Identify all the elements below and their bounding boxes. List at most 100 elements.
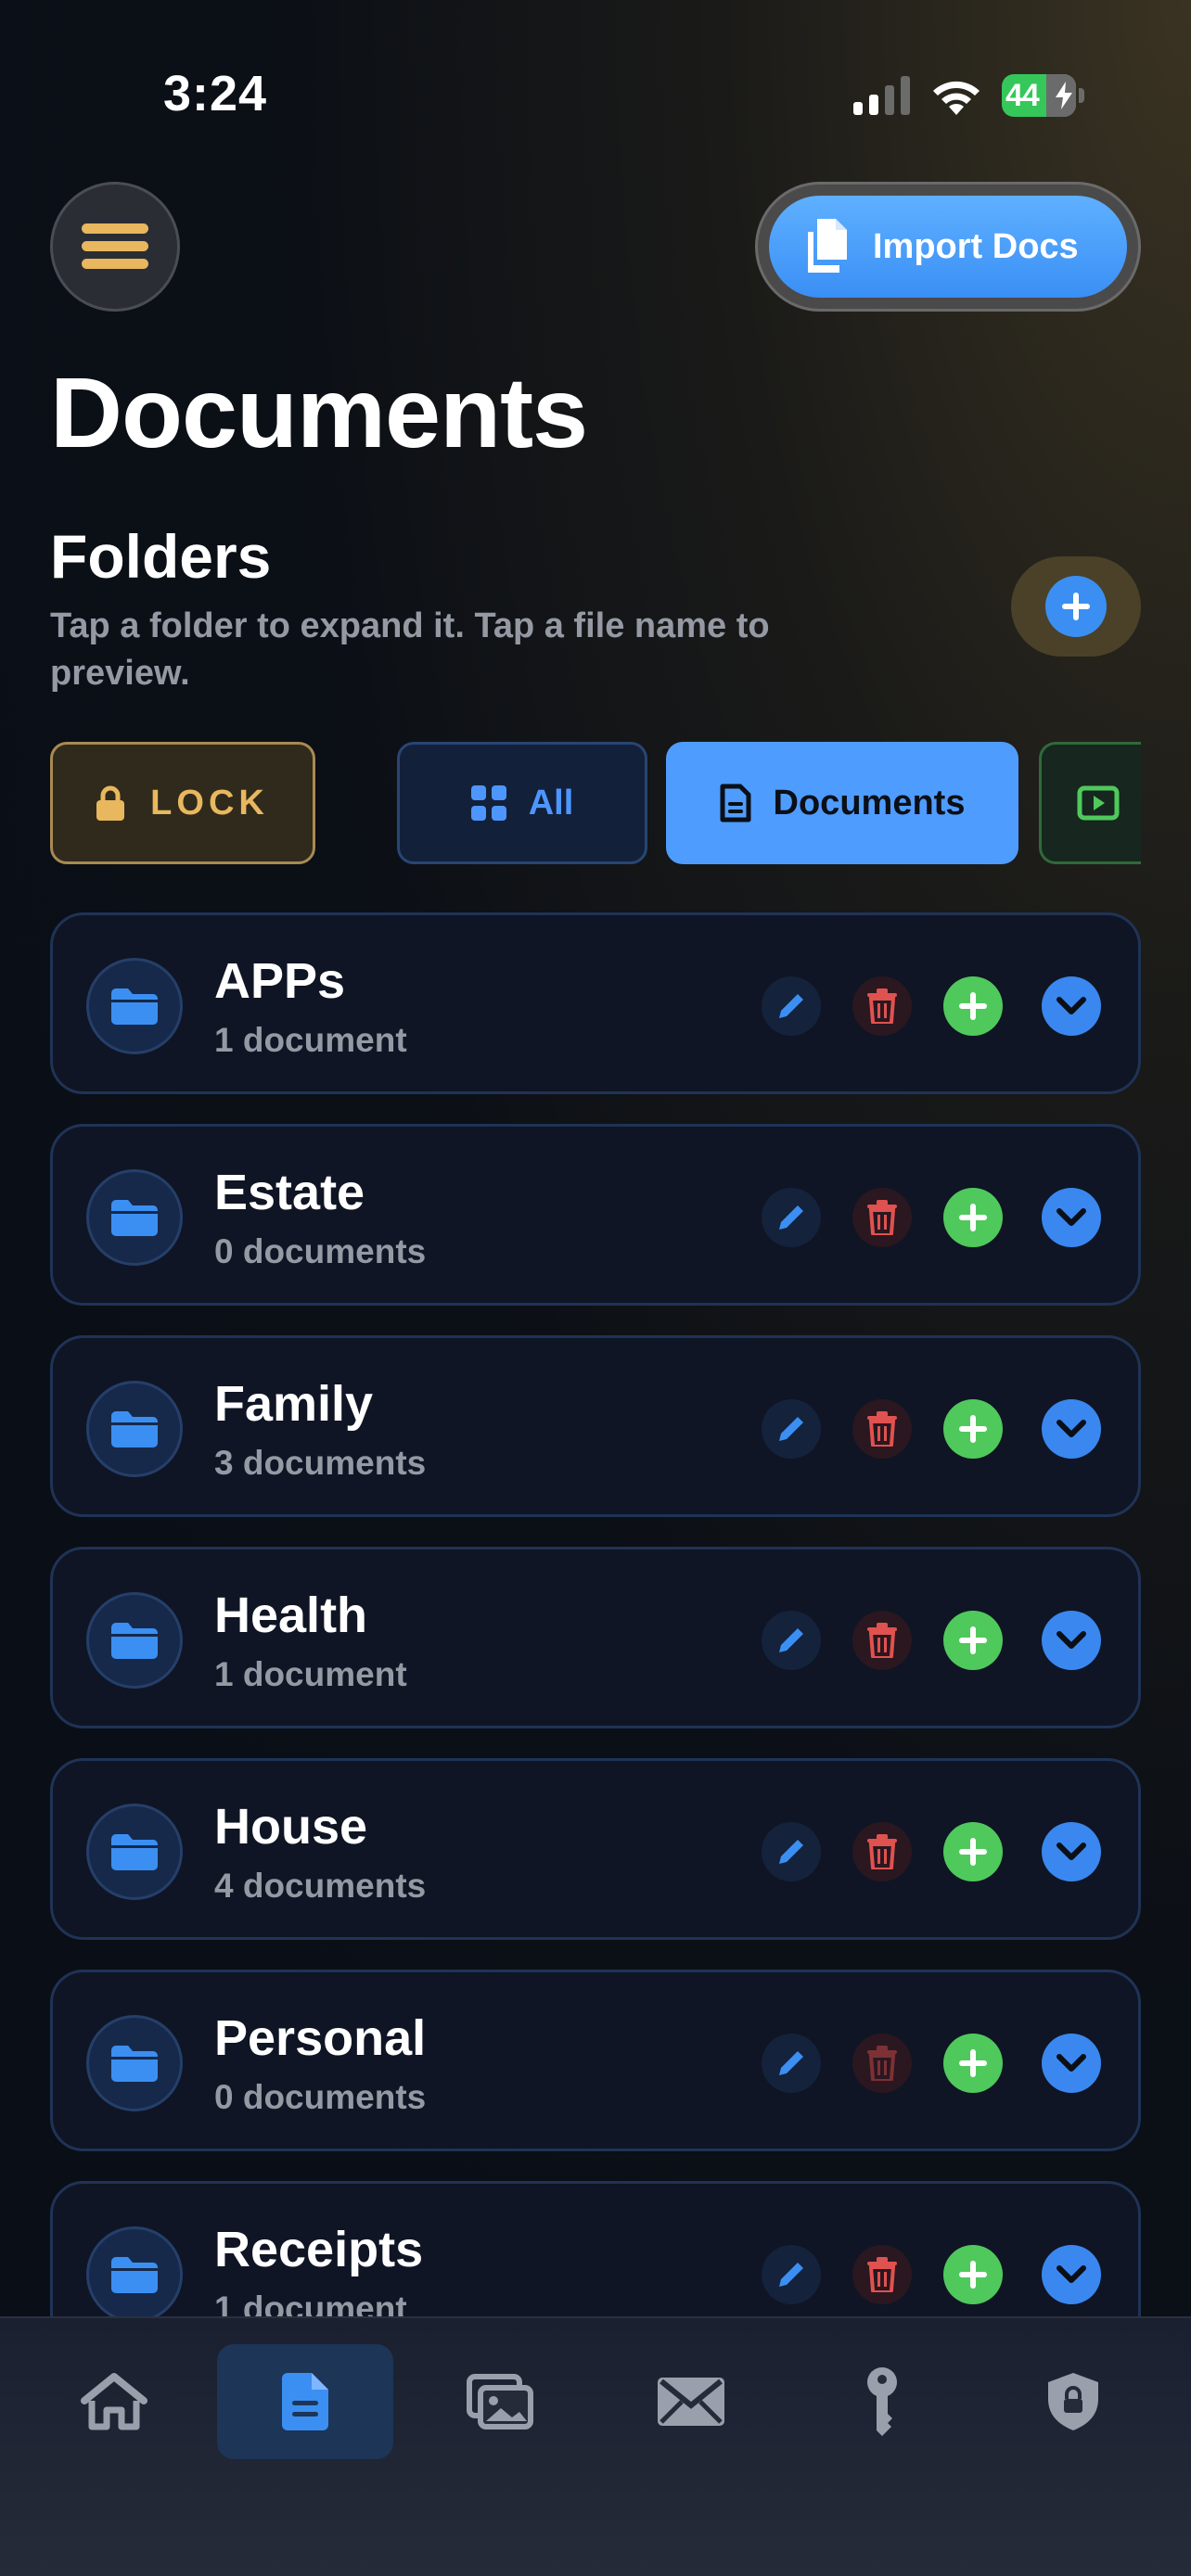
- pencil-icon: [779, 1628, 803, 1652]
- folder-icon-badge: [86, 1804, 183, 1900]
- add-document-button[interactable]: [943, 2245, 1003, 2304]
- battery-indicator: 44: [1002, 74, 1085, 117]
- expand-folder-button[interactable]: [1042, 976, 1101, 1036]
- expand-folder-button[interactable]: [1042, 1188, 1101, 1247]
- edit-folder-button[interactable]: [762, 976, 821, 1036]
- folders-hint: Tap a folder to expand it. Tap a file na…: [50, 606, 770, 693]
- chevron-down-icon: [1057, 2265, 1086, 2283]
- folder-list[interactable]: APPs 1 document Estate 0 documents Family 3 d…: [0, 909, 1191, 2318]
- tab-photos[interactable]: [412, 2344, 588, 2459]
- tab-passwords[interactable]: [794, 2344, 970, 2459]
- status-time: 3:24: [163, 66, 268, 121]
- tab-documents[interactable]: [217, 2344, 393, 2459]
- delete-folder-button[interactable]: [852, 2034, 912, 2093]
- delete-folder-button[interactable]: [852, 1611, 912, 1670]
- add-document-button[interactable]: [943, 1188, 1003, 1247]
- pencil-icon: [779, 1417, 803, 1441]
- edit-folder-button[interactable]: [762, 1399, 821, 1459]
- chevron-down-icon: [1057, 997, 1086, 1014]
- filter-tab-documents[interactable]: Documents: [666, 742, 1018, 864]
- trash-icon: [867, 1834, 897, 1869]
- grid-icon: [470, 785, 506, 821]
- pencil-icon: [779, 2051, 803, 2075]
- folder-card[interactable]: Receipts 1 document: [50, 2181, 1141, 2318]
- folder-document-count: 1 document: [214, 1655, 407, 1693]
- add-document-button[interactable]: [943, 1399, 1003, 1459]
- edit-folder-button[interactable]: [762, 2245, 821, 2304]
- pencil-icon: [779, 1205, 803, 1230]
- edit-folder-button[interactable]: [762, 2034, 821, 2093]
- video-icon: [1077, 785, 1120, 821]
- edit-folder-button[interactable]: [762, 1611, 821, 1670]
- folder-icon: [111, 2257, 158, 2293]
- pencil-icon: [779, 2263, 803, 2287]
- folder-icon: [111, 1200, 158, 1236]
- plus-icon: [1062, 593, 1090, 620]
- cellular-signal-icon: [853, 76, 910, 115]
- add-document-button[interactable]: [943, 976, 1003, 1036]
- folder-icon-badge: [86, 1592, 183, 1689]
- folder-name[interactable]: House: [214, 1798, 367, 1855]
- add-document-button[interactable]: [943, 2034, 1003, 2093]
- bottom-tab-bar: [0, 2316, 1191, 2576]
- key-icon: [867, 2367, 897, 2436]
- pencil-icon: [779, 994, 803, 1018]
- folder-name[interactable]: Family: [214, 1375, 373, 1433]
- folder-card[interactable]: Estate 0 documents: [50, 1124, 1141, 1306]
- folder-name[interactable]: Health: [214, 1587, 367, 1644]
- folder-card[interactable]: APPs 1 document: [50, 912, 1141, 1094]
- shield-lock-icon: [1048, 2373, 1098, 2430]
- tab-home[interactable]: [26, 2344, 202, 2459]
- folder-name[interactable]: APPs: [214, 952, 345, 1010]
- tab-security[interactable]: [985, 2344, 1161, 2459]
- delete-folder-button[interactable]: [852, 1822, 912, 1881]
- folder-card[interactable]: Family 3 documents: [50, 1335, 1141, 1517]
- expand-folder-button[interactable]: [1042, 1399, 1101, 1459]
- home-icon: [81, 2373, 147, 2430]
- tab-mail[interactable]: [603, 2344, 779, 2459]
- folder-card[interactable]: House 4 documents: [50, 1758, 1141, 1940]
- add-folder-button[interactable]: [1011, 556, 1141, 657]
- import-docs-button[interactable]: Import Docs: [769, 196, 1127, 298]
- delete-folder-button[interactable]: [852, 2245, 912, 2304]
- add-document-button[interactable]: [943, 1822, 1003, 1881]
- edit-folder-button[interactable]: [762, 1822, 821, 1881]
- folder-document-count: 1 document: [214, 2289, 407, 2318]
- copy-documents-icon: [808, 219, 847, 273]
- page-title: Documents: [50, 356, 588, 468]
- folder-icon: [111, 1623, 158, 1659]
- document-icon: [720, 784, 751, 823]
- photos-icon: [467, 2374, 533, 2429]
- trash-icon: [867, 1411, 897, 1447]
- expand-folder-button[interactable]: [1042, 2245, 1101, 2304]
- plus-icon: [959, 1204, 987, 1231]
- filter-tab-all[interactable]: All: [397, 742, 647, 864]
- expand-folder-button[interactable]: [1042, 1611, 1101, 1670]
- edit-folder-button[interactable]: [762, 1188, 821, 1247]
- chevron-down-icon: [1057, 1420, 1086, 1437]
- trash-icon: [867, 1200, 897, 1235]
- menu-button[interactable]: [50, 182, 180, 312]
- status-bar: 3:24 44: [0, 0, 1191, 185]
- lock-button[interactable]: LOCK: [50, 742, 315, 864]
- trash-icon: [867, 988, 897, 1024]
- folder-card[interactable]: Personal 0 documents: [50, 1970, 1141, 2151]
- expand-folder-button[interactable]: [1042, 1822, 1101, 1881]
- folder-card[interactable]: Health 1 document: [50, 1547, 1141, 1728]
- add-document-button[interactable]: [943, 1611, 1003, 1670]
- folder-name[interactable]: Personal: [214, 2009, 426, 2067]
- expand-folder-button[interactable]: [1042, 2034, 1101, 2093]
- plus-icon: [959, 1838, 987, 1866]
- delete-folder-button[interactable]: [852, 1188, 912, 1247]
- chevron-down-icon: [1057, 1631, 1086, 1649]
- delete-folder-button[interactable]: [852, 1399, 912, 1459]
- delete-folder-button[interactable]: [852, 976, 912, 1036]
- folder-name[interactable]: Estate: [214, 1164, 365, 1221]
- plus-icon: [959, 2261, 987, 2289]
- filter-tab-videos[interactable]: [1039, 742, 1141, 864]
- folder-document-count: 4 documents: [214, 1867, 427, 1905]
- folder-document-count: 0 documents: [214, 2078, 427, 2116]
- chevron-down-icon: [1057, 1843, 1086, 1860]
- filter-tab-all-label: All: [528, 783, 574, 823]
- folder-name[interactable]: Receipts: [214, 2221, 423, 2278]
